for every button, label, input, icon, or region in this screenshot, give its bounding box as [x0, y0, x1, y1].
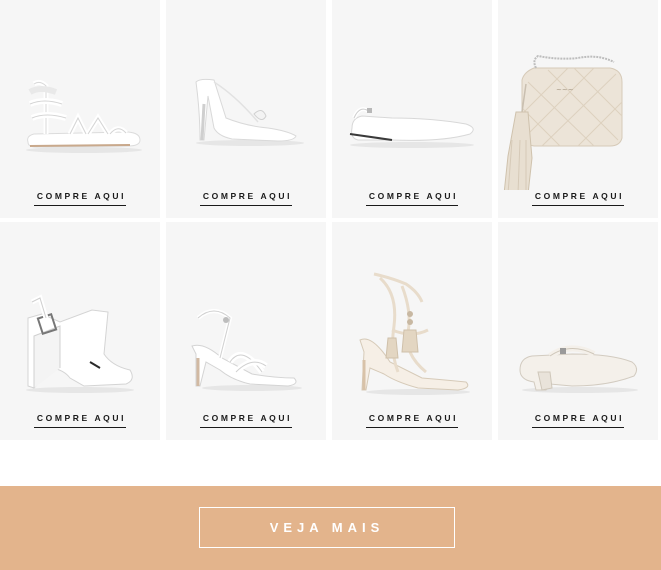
- buy-link[interactable]: COMPRE AQUI: [0, 186, 160, 206]
- buy-link[interactable]: COMPRE AQUI: [0, 408, 160, 428]
- buy-link[interactable]: COMPRE AQUI: [166, 186, 326, 206]
- buy-link-label[interactable]: COMPRE AQUI: [33, 413, 127, 428]
- buy-link[interactable]: COMPRE AQUI: [498, 408, 658, 428]
- block-heel-mule-image[interactable]: [498, 222, 658, 412]
- buy-link[interactable]: COMPRE AQUI: [332, 186, 492, 206]
- product-card[interactable]: COMPRE AQUI: [498, 222, 658, 440]
- buy-link[interactable]: COMPRE AQUI: [332, 408, 492, 428]
- buy-link[interactable]: COMPRE AQUI: [166, 408, 326, 428]
- product-card[interactable]: ~~~ COMPRE AQUI: [498, 0, 658, 218]
- buy-link-label[interactable]: COMPRE AQUI: [531, 413, 625, 428]
- product-card[interactable]: COMPRE AQUI: [166, 0, 326, 218]
- stiletto-mule-image[interactable]: [166, 0, 326, 190]
- product-card[interactable]: COMPRE AQUI: [0, 0, 160, 218]
- more-products-banner: VEJA MAIS: [0, 486, 661, 570]
- buy-link[interactable]: COMPRE AQUI: [498, 186, 658, 206]
- lace-up-sandal-image[interactable]: [332, 222, 492, 412]
- flat-sandal-image[interactable]: [0, 0, 160, 190]
- buy-link-label[interactable]: COMPRE AQUI: [531, 191, 625, 206]
- slingback-flat-image[interactable]: [332, 0, 492, 190]
- product-card[interactable]: COMPRE AQUI: [332, 222, 492, 440]
- svg-text:~~~: ~~~: [556, 86, 574, 94]
- wedge-sandal-image[interactable]: [0, 222, 160, 412]
- buy-link-label[interactable]: COMPRE AQUI: [33, 191, 127, 206]
- product-card[interactable]: COMPRE AQUI: [166, 222, 326, 440]
- heeled-sandal-image[interactable]: [166, 222, 326, 412]
- product-card[interactable]: COMPRE AQUI: [332, 0, 492, 218]
- buy-link-label[interactable]: COMPRE AQUI: [365, 191, 459, 206]
- buy-link-label[interactable]: COMPRE AQUI: [199, 413, 293, 428]
- buy-link-label[interactable]: COMPRE AQUI: [199, 191, 293, 206]
- product-card[interactable]: COMPRE AQUI: [0, 222, 160, 440]
- buy-link-label[interactable]: COMPRE AQUI: [365, 413, 459, 428]
- quilted-bag-image[interactable]: ~~~: [498, 0, 658, 190]
- see-more-button[interactable]: VEJA MAIS: [199, 507, 455, 548]
